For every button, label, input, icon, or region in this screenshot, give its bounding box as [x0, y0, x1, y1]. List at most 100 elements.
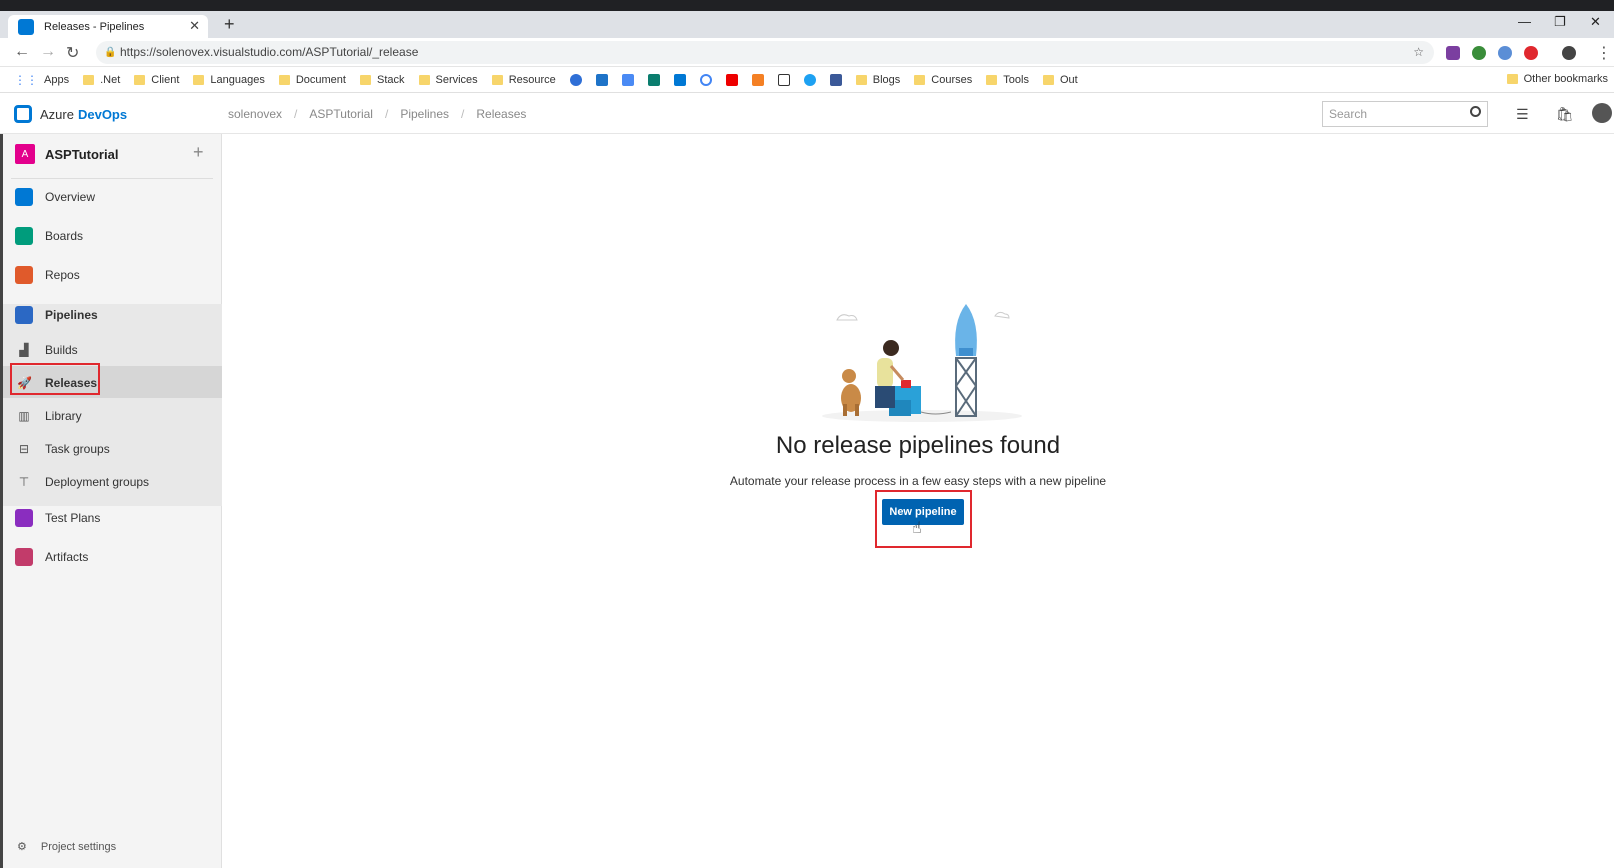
project-selector[interactable]: A ASPTutorial	[15, 144, 118, 164]
boards-icon	[15, 227, 33, 245]
bookmark-folder[interactable]: Languages	[193, 74, 265, 86]
stackoverflow-bookmark-icon[interactable]	[751, 73, 764, 86]
url-field[interactable]: 🔒 https://solenovex.visualstudio.com/ASP…	[96, 41, 1434, 64]
google-bookmark-icon[interactable]	[699, 73, 712, 86]
translate-bookmark-icon[interactable]	[621, 73, 634, 86]
sidebar-subitem-library[interactable]: ▥ Library	[3, 409, 222, 423]
breadcrumb-pipelines[interactable]: Pipelines	[400, 107, 449, 121]
main-content: No release pipelines found Automate your…	[222, 134, 1614, 868]
bookmark-star-icon[interactable]: ☆	[1413, 41, 1424, 64]
reload-icon[interactable]: ↻	[66, 43, 79, 63]
bookmark-folder[interactable]: Tools	[986, 74, 1029, 86]
breadcrumb: solenovex / ASPTutorial / Pipelines / Re…	[228, 107, 526, 121]
folder-icon	[986, 74, 998, 85]
forward-icon[interactable]: →	[40, 43, 56, 61]
wikipedia-bookmark-icon[interactable]	[777, 73, 790, 86]
youtube-bookmark-icon[interactable]	[725, 73, 738, 86]
apps-grid-icon: ⋮⋮	[14, 72, 38, 87]
empty-state-title: No release pipelines found	[775, 432, 1061, 459]
search-icon	[1470, 106, 1481, 117]
minimize-icon[interactable]: —	[1518, 14, 1531, 29]
brand-prefix: Azure	[40, 106, 74, 122]
repos-icon	[15, 266, 33, 284]
bookmark-folder[interactable]: .Net	[83, 74, 120, 86]
folder-icon	[1506, 74, 1518, 84]
breadcrumb-project[interactable]: ASPTutorial	[309, 107, 373, 121]
azure-devops-logo-icon	[14, 105, 32, 123]
bookmark-folder[interactable]: Blogs	[855, 74, 900, 86]
other-bookmarks[interactable]: Other bookmarks	[1506, 73, 1608, 85]
bookmark-apps[interactable]: ⋮⋮ Apps	[14, 73, 69, 87]
add-icon[interactable]: +	[193, 142, 204, 163]
test-plans-icon	[15, 509, 33, 527]
twitter-bookmark-icon[interactable]	[803, 73, 816, 86]
bookmark-folder[interactable]: Courses	[914, 74, 972, 86]
cursor-hand-icon: ☝	[912, 520, 922, 537]
opera-extension-icon[interactable]	[1524, 46, 1538, 60]
facebook-bookmark-icon[interactable]	[829, 73, 842, 86]
sidebar-subitem-label: Builds	[45, 343, 78, 357]
sidebar-item-overview[interactable]: Overview	[3, 188, 222, 206]
sidebar-subitem-label: Library	[45, 409, 82, 423]
search-input[interactable]: Search	[1322, 101, 1488, 127]
sidebar-subitem-builds[interactable]: ▟ Builds	[3, 343, 222, 357]
pipelines-icon	[15, 306, 33, 324]
window-close-icon[interactable]: ✕	[1590, 14, 1601, 30]
sidebar-item-artifacts[interactable]: Artifacts	[3, 548, 222, 566]
tab-close-icon[interactable]: ✕	[189, 18, 200, 34]
devops-header: Azure DevOps solenovex / ASPTutorial / P…	[0, 94, 1614, 134]
bookmark-folder[interactable]: Out	[1042, 74, 1078, 86]
user-avatar[interactable]	[1592, 103, 1612, 123]
sidebar-item-boards[interactable]: Boards	[3, 227, 222, 245]
sidebar-subitem-label: Deployment groups	[45, 475, 150, 489]
divider	[11, 178, 213, 179]
folder-icon	[359, 74, 371, 85]
sidebar-item-label: Test Plans	[45, 511, 101, 525]
paw-bookmark-icon[interactable]	[569, 73, 582, 86]
extension-icon[interactable]	[1498, 46, 1512, 60]
artifacts-icon	[15, 548, 33, 566]
breadcrumb-separator: /	[294, 107, 298, 121]
back-icon[interactable]: ←	[14, 43, 30, 61]
bookmark-folder[interactable]: Services	[418, 74, 478, 86]
folder-icon	[193, 74, 205, 85]
new-tab-button[interactable]: +	[224, 14, 235, 35]
deployment-groups-icon: ⊤	[18, 475, 30, 489]
builds-icon: ▟	[19, 343, 29, 357]
onenote-extension-icon[interactable]	[1446, 46, 1460, 60]
bing-bookmark-icon[interactable]	[647, 73, 660, 86]
browser-menu-icon[interactable]: ⋮	[1596, 43, 1612, 63]
sidebar-subitem-deployment-groups[interactable]: ⊤ Deployment groups	[3, 475, 222, 489]
breadcrumb-separator: /	[461, 107, 465, 121]
bookmark-folder[interactable]: Resource	[491, 74, 556, 86]
sidebar-subitem-task-groups[interactable]: ⊟ Task groups	[3, 442, 222, 456]
project-name: ASPTutorial	[45, 146, 119, 162]
profile-icon[interactable]	[1562, 46, 1576, 60]
highlight-box-new-pipeline	[875, 490, 972, 548]
folder-icon	[278, 74, 290, 85]
azure-favicon-icon	[18, 19, 34, 35]
bookmark-icon[interactable]	[595, 73, 608, 86]
sidebar-item-pipelines[interactable]: Pipelines	[3, 306, 222, 324]
breadcrumb-releases[interactable]: Releases	[476, 107, 526, 121]
sidebar-item-test-plans[interactable]: Test Plans	[3, 509, 222, 527]
bookmark-folder[interactable]: Client	[134, 74, 179, 86]
bookmark-folder[interactable]: Document	[278, 74, 346, 86]
os-title-strip	[0, 0, 1614, 11]
project-badge: A	[15, 144, 35, 164]
azure-bookmark-icon[interactable]	[673, 73, 686, 86]
shopping-bag-icon[interactable]: 🛍	[1556, 106, 1574, 123]
sidebar-item-repos[interactable]: Repos	[3, 266, 222, 284]
extension-icon[interactable]	[1472, 46, 1486, 60]
folder-icon	[855, 74, 867, 85]
bookmark-folder[interactable]: Stack	[359, 74, 405, 86]
folder-icon	[1042, 74, 1054, 85]
project-settings[interactable]: ⚙ Project settings	[17, 840, 117, 854]
restore-icon[interactable]: ❐	[1554, 14, 1566, 30]
list-icon[interactable]: ☰	[1516, 106, 1529, 123]
project-settings-label: Project settings	[40, 840, 117, 853]
folder-icon	[914, 74, 926, 85]
browser-tab[interactable]: Releases - Pipelines ✕	[8, 15, 208, 38]
breadcrumb-org[interactable]: solenovex	[228, 107, 282, 121]
azure-devops-logo[interactable]: Azure DevOps	[14, 105, 127, 123]
